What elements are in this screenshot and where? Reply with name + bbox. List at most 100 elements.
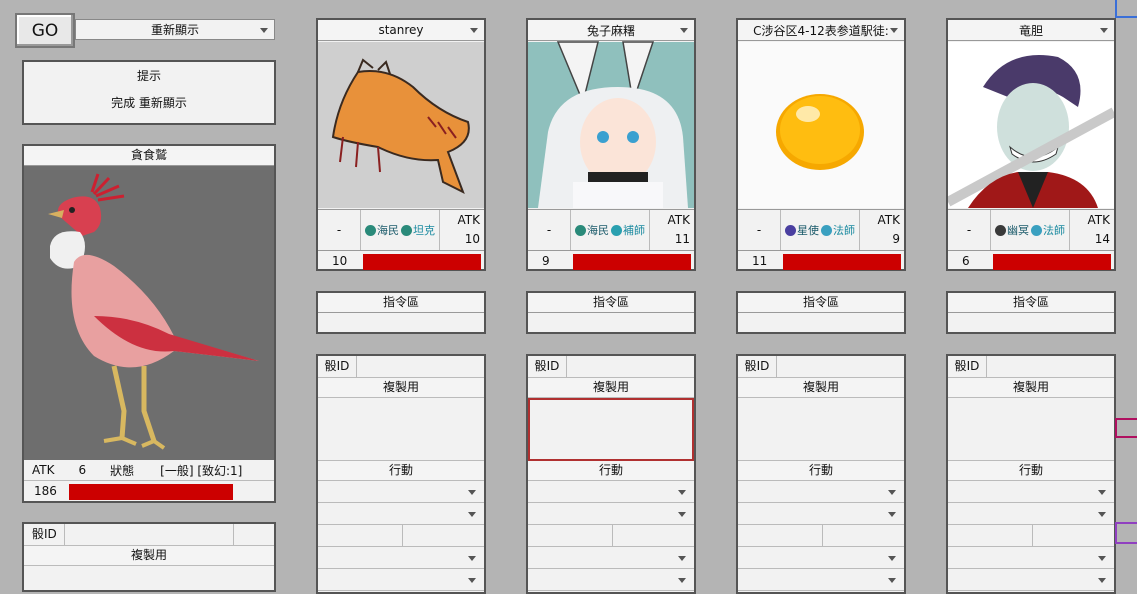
chevron-down-icon <box>678 578 686 583</box>
action-select[interactable] <box>948 481 1114 503</box>
action-select[interactable] <box>528 547 694 569</box>
unit-select[interactable]: stanrey <box>318 20 484 41</box>
dice-id-row: 骰ID <box>528 356 694 378</box>
action-input-left[interactable] <box>738 525 823 546</box>
action-select[interactable] <box>318 481 484 503</box>
chevron-down-icon <box>888 490 896 495</box>
unit-tags-row: - 幽冥 法師 ATK 14 <box>948 210 1114 251</box>
unit-tag-2-label: 補師 <box>623 224 645 237</box>
command-area-label: 指令區 <box>948 293 1114 313</box>
unit-name: C涉谷区4-12表参道駅徒: <box>753 23 889 38</box>
class-icon <box>1031 224 1042 236</box>
action-label: 行動 <box>948 461 1114 481</box>
chevron-down-icon <box>1098 512 1106 517</box>
command-input[interactable] <box>318 313 484 333</box>
unit-tag-1-label: 海民 <box>377 224 399 237</box>
faction-icon <box>995 224 1006 236</box>
class-icon <box>611 224 622 236</box>
unit-tag-1-label: 幽冥 <box>1007 224 1029 237</box>
dice-id-row: 骰ID <box>948 356 1114 378</box>
unit-portrait <box>945 41 1117 210</box>
unit-portrait <box>318 41 484 210</box>
action-input-right[interactable] <box>1033 525 1114 546</box>
left-dice-id-label: 骰ID <box>32 524 65 545</box>
action-select[interactable] <box>948 547 1114 569</box>
command-area: 指令區 <box>946 291 1116 334</box>
main-hp-bar <box>69 484 233 500</box>
action-input-left[interactable] <box>948 525 1033 546</box>
main-atk-label: ATK <box>32 463 55 477</box>
dice-id-input[interactable] <box>777 356 904 377</box>
action-select[interactable] <box>738 503 904 525</box>
command-area-label: 指令區 <box>318 293 484 313</box>
command-area: 指令區 <box>736 291 906 334</box>
unit-portrait <box>738 41 904 210</box>
unit-tag-2: 法師 <box>1031 222 1065 238</box>
chevron-down-icon <box>678 556 686 561</box>
command-input[interactable] <box>738 313 904 333</box>
portrait-image <box>318 42 484 208</box>
action-label: 行動 <box>318 461 484 481</box>
left-dice-id-input[interactable] <box>65 524 234 545</box>
command-input[interactable] <box>528 313 694 333</box>
action-select[interactable] <box>738 481 904 503</box>
unit-select[interactable]: 兔子麻糬 <box>528 20 694 41</box>
action-label: 行動 <box>528 461 694 481</box>
unit-atk-value: 14 <box>1094 232 1110 246</box>
unit-tag-2: 法師 <box>821 222 855 238</box>
left-dice-id-extra[interactable] <box>234 524 274 545</box>
unit-hp-value: 10 <box>332 254 348 268</box>
action-split-row <box>738 525 904 547</box>
dice-id-input[interactable] <box>987 356 1114 377</box>
unit-tags: 海民 補師 <box>571 210 650 250</box>
dice-panel: 骰ID 複製用 行動 <box>316 354 486 594</box>
action-input-right[interactable] <box>823 525 904 546</box>
action-select[interactable] <box>948 503 1114 525</box>
action-input-left[interactable] <box>318 525 403 546</box>
action-select[interactable] <box>948 569 1114 591</box>
unit-tag-2: 補師 <box>611 222 645 238</box>
display-select[interactable]: 重新顯示 <box>75 19 275 40</box>
dice-id-row: 骰ID <box>738 356 904 378</box>
unit-tag-1: 海民 <box>575 222 609 238</box>
unit-select[interactable]: 竜胆 <box>948 20 1114 41</box>
action-split-row <box>948 525 1114 547</box>
command-input[interactable] <box>948 313 1114 333</box>
chevron-down-icon <box>678 512 686 517</box>
copy-textarea[interactable] <box>528 398 694 461</box>
action-select[interactable] <box>528 503 694 525</box>
faction-icon <box>365 224 376 236</box>
unit-tags: 幽冥 法師 <box>991 210 1070 250</box>
action-select[interactable] <box>738 569 904 591</box>
unit-hp-bar <box>363 254 481 270</box>
action-input-right[interactable] <box>403 525 484 546</box>
portrait-image <box>528 41 694 208</box>
command-area-label: 指令區 <box>528 293 694 313</box>
dice-id-input[interactable] <box>567 356 694 377</box>
action-select[interactable] <box>318 503 484 525</box>
chevron-down-icon <box>470 28 478 33</box>
go-button[interactable]: GO <box>15 13 75 48</box>
unit-card: 竜胆 - 幽冥 法師 ATK 14 6 <box>945 18 1117 271</box>
copy-textarea[interactable] <box>948 398 1114 461</box>
unit-name: 竜胆 <box>1018 23 1043 38</box>
unit-card: 兔子麻糬 - 海民 補師 ATK 11 9 <box>526 18 696 271</box>
unit-dash: - <box>948 210 991 250</box>
copy-textarea[interactable] <box>318 398 484 461</box>
action-select[interactable] <box>738 547 904 569</box>
right-edge-marker-red <box>1115 418 1137 438</box>
copy-label: 複製用 <box>948 378 1114 398</box>
unit-select[interactable]: C涉谷区4-12表参道駅徒: <box>738 20 904 41</box>
copy-textarea[interactable] <box>738 398 904 461</box>
action-select[interactable] <box>528 481 694 503</box>
dice-id-input[interactable] <box>357 356 484 377</box>
action-select[interactable] <box>528 569 694 591</box>
action-select[interactable] <box>318 569 484 591</box>
action-input-left[interactable] <box>528 525 613 546</box>
unit-atk-label: ATK <box>877 213 900 227</box>
chevron-down-icon <box>468 556 476 561</box>
unit-dash: - <box>318 210 361 250</box>
chevron-down-icon <box>888 512 896 517</box>
action-select[interactable] <box>318 547 484 569</box>
action-input-right[interactable] <box>613 525 694 546</box>
